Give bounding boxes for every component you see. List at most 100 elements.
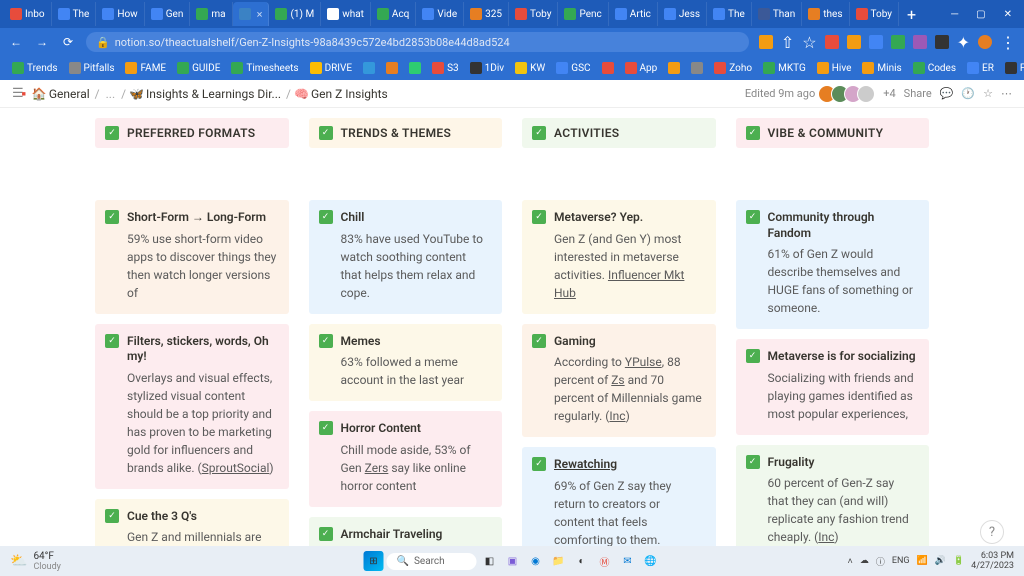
tray-icon[interactable]: ☁ xyxy=(860,556,869,566)
bookmark-item[interactable] xyxy=(359,62,379,74)
battery-icon[interactable]: 🔋 xyxy=(953,556,964,566)
tray-icon[interactable]: ⓘ xyxy=(876,555,885,568)
browser-tab[interactable]: How xyxy=(96,2,144,26)
reload-button[interactable]: ⟳ xyxy=(60,35,76,49)
ext-icon[interactable] xyxy=(825,35,839,49)
browser-tab[interactable]: Jess xyxy=(658,2,707,26)
volume-icon[interactable]: 🔊 xyxy=(935,556,946,566)
card[interactable]: ✓Short-Form → Long-Form59% use short-for… xyxy=(95,200,289,314)
clock-icon[interactable]: 🕐 xyxy=(961,87,975,100)
bookmark-item[interactable] xyxy=(405,62,425,74)
avatar-stack[interactable] xyxy=(823,85,875,103)
menu-icon[interactable]: ⋮ xyxy=(1000,33,1016,52)
ext-icon[interactable] xyxy=(913,35,927,49)
browser-tab[interactable]: The xyxy=(707,2,752,26)
lang-text[interactable]: ENG xyxy=(892,556,910,566)
bookmark-item[interactable]: ER xyxy=(963,62,998,74)
card[interactable]: ✓Filters, stickers, words, Oh my!Overlay… xyxy=(95,324,289,489)
bookmark-item[interactable]: Pitfalls xyxy=(65,62,119,74)
forward-button[interactable]: → xyxy=(34,35,50,49)
browser-tab[interactable]: Artic xyxy=(609,2,658,26)
more-count[interactable]: +4 xyxy=(883,87,895,100)
star-icon[interactable]: ☆ xyxy=(802,33,816,52)
card[interactable]: ✓Frugality60 percent of Gen-Z say that t… xyxy=(736,445,930,548)
card[interactable]: ✓Rewatching69% of Gen Z say they return … xyxy=(522,447,716,548)
bookmark-item[interactable]: Trends xyxy=(8,62,62,74)
bookmark-item[interactable]: KW xyxy=(511,62,549,74)
column-header[interactable]: ✓PREFERRED FORMATS xyxy=(95,118,289,148)
wifi-icon[interactable]: 📶 xyxy=(917,556,928,566)
comment-icon[interactable]: 💬 xyxy=(940,87,954,100)
bookmark-item[interactable]: S3 xyxy=(428,62,463,74)
window-close[interactable]: ✕ xyxy=(1004,9,1012,20)
help-button[interactable]: ? xyxy=(980,520,1004,544)
bookmark-item[interactable]: MKTG xyxy=(759,62,810,74)
card[interactable]: ✓GamingAccording to YPulse, 88 percent o… xyxy=(522,324,716,438)
new-tab-button[interactable]: + xyxy=(899,5,924,24)
card[interactable]: ✓Chill83% have used YouTube to watch soo… xyxy=(309,200,503,314)
share-icon[interactable]: ⇧ xyxy=(781,33,794,52)
bookmark-item[interactable]: GUIDE xyxy=(173,62,224,74)
share-button[interactable]: Share xyxy=(904,87,932,100)
browser-tab[interactable]: thes xyxy=(802,2,849,26)
browser-tab[interactable]: (1) M xyxy=(269,2,321,26)
tb-app-icon[interactable]: 📁 xyxy=(549,551,569,571)
start-button[interactable]: ⊞ xyxy=(364,551,384,571)
ext-icon[interactable] xyxy=(847,35,861,49)
bookmark-item[interactable]: Zoho xyxy=(710,62,756,74)
ext-icon[interactable] xyxy=(759,35,773,49)
browser-tab[interactable]: Vide xyxy=(416,2,464,26)
tb-app-icon[interactable]: ✉ xyxy=(618,551,638,571)
bookmark-item[interactable] xyxy=(598,62,618,74)
bookmark-item[interactable]: Codes xyxy=(909,62,960,74)
window-minimize[interactable]: ─ xyxy=(951,9,958,20)
ext-icon[interactable] xyxy=(869,35,883,49)
breadcrumb-page[interactable]: Gen Z Insights xyxy=(309,87,390,101)
bookmark-item[interactable]: GSC xyxy=(552,62,594,74)
browser-tab[interactable]: Penc xyxy=(558,2,608,26)
puzzle-icon[interactable]: ✦ xyxy=(957,33,970,52)
browser-tab[interactable]: Inbo xyxy=(4,2,52,26)
bookmark-item[interactable]: Minis xyxy=(858,62,905,74)
tray-chevron[interactable]: ˄ xyxy=(848,556,853,567)
bookmark-item[interactable] xyxy=(382,62,402,74)
bookmark-item[interactable]: App xyxy=(621,62,662,74)
ext-icon[interactable] xyxy=(891,35,905,49)
card[interactable]: ✓Memes63% followed a meme account in the… xyxy=(309,324,503,402)
bookmark-item[interactable]: 1Div xyxy=(466,62,508,74)
url-input[interactable]: 🔒 notion.so/theactualshelf/Gen-Z-Insight… xyxy=(86,32,749,52)
column-header[interactable]: ✓TRENDS & THEMES xyxy=(309,118,503,148)
tb-app-icon[interactable]: ◧ xyxy=(480,551,500,571)
bookmark-item[interactable] xyxy=(664,62,684,74)
taskbar-search[interactable]: 🔍Search xyxy=(387,553,477,570)
browser-tab[interactable]: × xyxy=(233,2,270,26)
browser-tab[interactable]: 325 xyxy=(464,2,509,26)
card[interactable]: ✓Community through Fandom61% of Gen Z wo… xyxy=(736,200,930,329)
card[interactable]: ✓Cue the 3 Q'sGen Z and millennials are … xyxy=(95,499,289,548)
bookmark-item[interactable]: Hive xyxy=(813,62,856,74)
tb-app-icon[interactable]: ◐ xyxy=(572,551,592,571)
breadcrumb-mid[interactable]: Insights & Learnings Dir... xyxy=(144,87,283,101)
tb-app-icon[interactable]: ▣ xyxy=(503,551,523,571)
breadcrumb-home[interactable]: General xyxy=(47,87,92,101)
bookmark-item[interactable]: Fetch xyxy=(1001,62,1024,74)
window-maximize[interactable]: ▢ xyxy=(976,9,985,20)
bookmark-item[interactable]: FAME xyxy=(121,62,170,74)
card[interactable]: ✓Horror ContentChill mode aside, 53% of … xyxy=(309,411,503,507)
browser-tab[interactable]: Acq xyxy=(371,2,416,26)
column-header[interactable]: ✓VIBE & COMMUNITY xyxy=(736,118,930,148)
ext-icon[interactable] xyxy=(935,35,949,49)
browser-tab[interactable]: Than xyxy=(752,2,802,26)
more-icon[interactable]: ⋯ xyxy=(1001,87,1012,100)
profile-avatar[interactable] xyxy=(978,35,992,49)
card[interactable]: ✓Metaverse is for socializingSocializing… xyxy=(736,339,930,435)
bookmark-item[interactable]: DRIVE xyxy=(306,62,357,74)
browser-tab[interactable]: ma xyxy=(190,2,232,26)
favorite-icon[interactable]: ☆ xyxy=(983,87,993,100)
weather-widget[interactable]: ⛅ 64°F Cloudy xyxy=(10,551,61,572)
card[interactable]: ✓Metaverse? Yep.Gen Z (and Gen Y) most i… xyxy=(522,200,716,314)
browser-tab[interactable]: The xyxy=(52,2,97,26)
browser-tab[interactable]: Toby xyxy=(509,2,558,26)
card[interactable]: ✓Armchair Traveling90% say they have wat… xyxy=(309,517,503,548)
column-header[interactable]: ✓ACTIVITIES xyxy=(522,118,716,148)
